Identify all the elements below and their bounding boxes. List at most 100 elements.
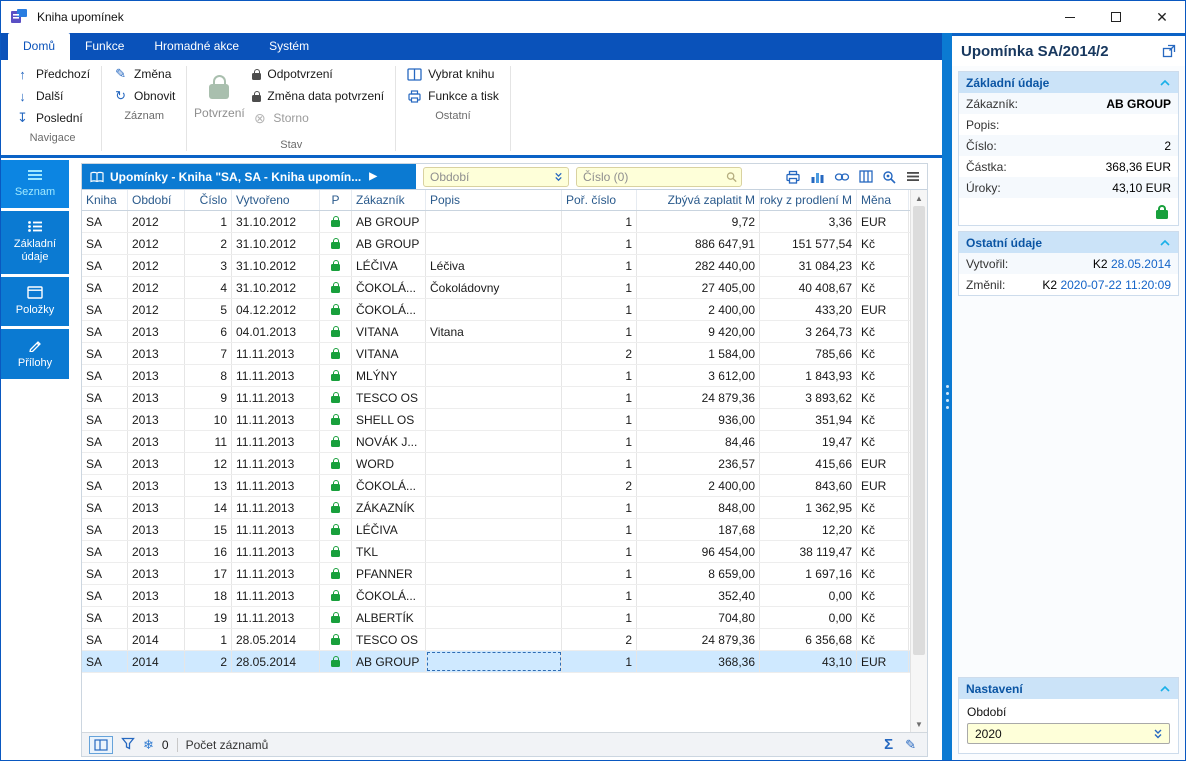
table-cell[interactable] xyxy=(426,453,562,474)
table-cell[interactable]: ČOKOLÁ... xyxy=(352,299,426,320)
section-header-ostatni[interactable]: Ostatní údaje xyxy=(959,232,1178,253)
table-cell[interactable] xyxy=(426,519,562,540)
table-cell[interactable]: 1 xyxy=(562,211,637,232)
column-header[interactable]: Úroky z prodlení M xyxy=(760,190,857,210)
table-cell[interactable]: 11.11.2013 xyxy=(232,409,320,430)
table-cell[interactable]: 433,20 xyxy=(760,299,857,320)
table-cell[interactable]: 10 xyxy=(185,409,232,430)
scroll-up-icon[interactable]: ▲ xyxy=(911,190,927,206)
table-cell[interactable]: 936,00 xyxy=(637,409,760,430)
search-settings-icon[interactable] xyxy=(882,170,897,184)
table-cell[interactable] xyxy=(320,431,352,452)
table-cell[interactable]: 2013 xyxy=(128,563,185,584)
table-cell[interactable]: 2013 xyxy=(128,607,185,628)
change-confirm-date-button[interactable]: Změna data potvrzení xyxy=(246,85,390,107)
table-cell[interactable] xyxy=(426,651,562,672)
table-cell[interactable]: 11.11.2013 xyxy=(232,497,320,518)
table-row[interactable]: SA 2012 1 31.10.2012 AB GROUP 1 9,72 3,36 EUR xyxy=(82,211,927,233)
table-cell[interactable]: 3 xyxy=(185,255,232,276)
table-cell[interactable] xyxy=(320,343,352,364)
table-cell[interactable]: 1 xyxy=(562,431,637,452)
table-cell[interactable]: 236,57 xyxy=(637,453,760,474)
number-search-input[interactable] xyxy=(583,169,726,184)
table-row[interactable]: SA 2013 18 11.11.2013 ČOKOLÁ... 1 352,40 0,00 Kč xyxy=(82,585,927,607)
column-header[interactable]: P xyxy=(320,190,352,210)
table-cell[interactable]: 7 xyxy=(185,343,232,364)
table-cell[interactable]: 15 xyxy=(185,519,232,540)
tab-hromadne-akce[interactable]: Hromadné akce xyxy=(139,33,254,60)
sidebar-item-zakladni-udaje[interactable]: Základní údaje xyxy=(1,211,69,274)
table-cell[interactable]: 28.05.2014 xyxy=(232,651,320,672)
table-cell[interactable]: 2013 xyxy=(128,365,185,386)
table-cell[interactable]: 2013 xyxy=(128,387,185,408)
table-cell[interactable]: 848,00 xyxy=(637,497,760,518)
table-cell[interactable]: 1 584,00 xyxy=(637,343,760,364)
table-cell[interactable]: ČOKOLÁ... xyxy=(352,277,426,298)
table-cell[interactable]: VITANA xyxy=(352,321,426,342)
table-cell[interactable]: EUR xyxy=(857,211,909,232)
table-cell[interactable]: 282 440,00 xyxy=(637,255,760,276)
table-cell[interactable]: 18 xyxy=(185,585,232,606)
table-cell[interactable]: 11.11.2013 xyxy=(232,541,320,562)
table-cell[interactable] xyxy=(426,233,562,254)
table-cell[interactable]: SA xyxy=(82,475,128,496)
table-cell[interactable]: TKL xyxy=(352,541,426,562)
table-cell[interactable]: 2013 xyxy=(128,497,185,518)
table-row[interactable]: SA 2013 13 11.11.2013 ČOKOLÁ... 2 2 400,00 843,… xyxy=(82,475,927,497)
chevron-up-icon[interactable] xyxy=(1159,685,1171,693)
table-cell[interactable] xyxy=(426,387,562,408)
table-row[interactable]: SA 2012 3 31.10.2012 LÉČIVA Léčiva 1 282 440,00… xyxy=(82,255,927,277)
table-cell[interactable]: 2013 xyxy=(128,475,185,496)
table-cell[interactable]: 2013 xyxy=(128,541,185,562)
refresh-button[interactable]: ↻ Obnovit xyxy=(107,85,181,107)
table-cell[interactable]: 24 879,36 xyxy=(637,629,760,650)
table-cell[interactable]: Kč xyxy=(857,343,909,364)
table-cell[interactable]: 6 xyxy=(185,321,232,342)
table-cell[interactable]: 1 843,93 xyxy=(760,365,857,386)
table-row[interactable]: SA 2012 2 31.10.2012 AB GROUP 1 886 647,91 151 … xyxy=(82,233,927,255)
table-cell[interactable]: 1 xyxy=(562,233,637,254)
table-cell[interactable]: 4 xyxy=(185,277,232,298)
tab-funkce[interactable]: Funkce xyxy=(70,33,139,60)
table-cell[interactable]: 11.11.2013 xyxy=(232,365,320,386)
sum-icon[interactable]: Σ xyxy=(884,736,893,753)
chart-icon[interactable] xyxy=(810,170,825,184)
table-cell[interactable]: EUR xyxy=(857,299,909,320)
print-icon[interactable] xyxy=(785,170,801,184)
links-icon[interactable] xyxy=(834,171,850,183)
tab-domu[interactable]: Domů xyxy=(8,33,71,60)
table-cell[interactable] xyxy=(320,255,352,276)
table-cell[interactable]: SA xyxy=(82,321,128,342)
table-cell[interactable]: 1 xyxy=(562,651,637,672)
table-cell[interactable]: 187,68 xyxy=(637,519,760,540)
open-in-window-icon[interactable] xyxy=(1162,44,1176,58)
column-header[interactable]: Číslo xyxy=(185,190,232,210)
table-cell[interactable]: ČOKOLÁ... xyxy=(352,585,426,606)
table-cell[interactable]: 11 xyxy=(185,431,232,452)
column-header[interactable]: Kniha xyxy=(82,190,128,210)
table-cell[interactable] xyxy=(320,321,352,342)
table-cell[interactable] xyxy=(320,607,352,628)
change-button[interactable]: ✎ Změna xyxy=(107,63,181,85)
table-cell[interactable] xyxy=(426,365,562,386)
table-cell[interactable]: 11.11.2013 xyxy=(232,343,320,364)
table-cell[interactable]: Kč xyxy=(857,629,909,650)
table-cell[interactable]: SA xyxy=(82,277,128,298)
table-row[interactable]: SA 2013 14 11.11.2013 ZÁKAZNÍK 1 848,00 1 362,9… xyxy=(82,497,927,519)
table-cell[interactable]: 1 xyxy=(562,277,637,298)
table-cell[interactable]: 2013 xyxy=(128,431,185,452)
maximize-button[interactable] xyxy=(1093,1,1139,33)
table-cell[interactable]: Kč xyxy=(857,365,909,386)
sidebar-item-prilohy[interactable]: Přílohy xyxy=(1,328,69,379)
table-cell[interactable]: SA xyxy=(82,409,128,430)
table-row[interactable]: SA 2013 8 11.11.2013 MLÝNY 1 3 612,00 1 843,93 K… xyxy=(82,365,927,387)
column-header[interactable]: Popis xyxy=(426,190,562,210)
table-row[interactable]: SA 2012 5 04.12.2012 ČOKOLÁ... 1 2 400,00 433,2… xyxy=(82,299,927,321)
scroll-thumb[interactable] xyxy=(913,206,925,655)
table-cell[interactable]: SHELL OS xyxy=(352,409,426,430)
table-row[interactable]: SA 2013 7 11.11.2013 VITANA 2 1 584,00 785,66 Kč xyxy=(82,343,927,365)
table-cell[interactable]: 2 xyxy=(562,475,637,496)
table-cell[interactable]: 1 xyxy=(562,563,637,584)
table-cell[interactable]: 04.12.2012 xyxy=(232,299,320,320)
table-cell[interactable]: 2013 xyxy=(128,321,185,342)
